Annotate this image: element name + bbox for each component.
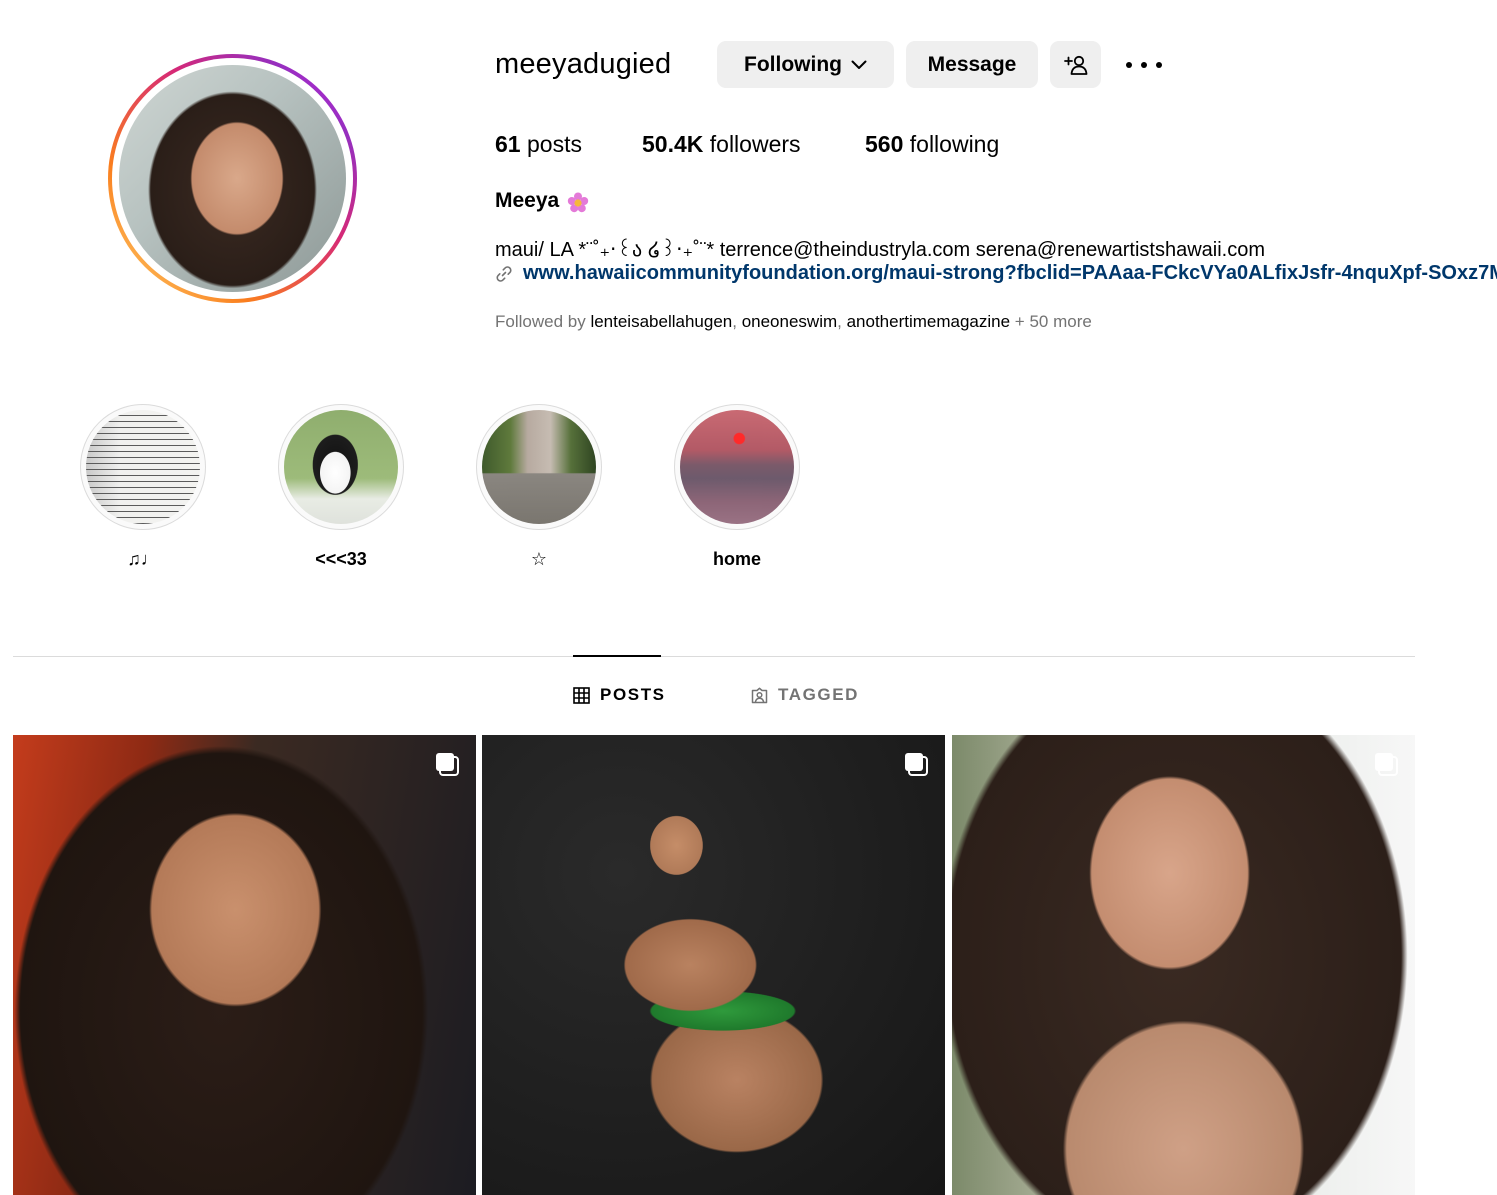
profile-full-name: Meeya: [495, 189, 560, 212]
message-button[interactable]: Message: [906, 41, 1038, 88]
link-icon: [495, 265, 513, 283]
post-image: [482, 735, 945, 1195]
followed-by[interactable]: Followed by lenteisabellahugen, oneonesw…: [495, 312, 1092, 332]
message-button-label: Message: [927, 52, 1017, 76]
highlight-ring: [278, 404, 404, 530]
avatar-image: [119, 65, 346, 292]
bio-external-link[interactable]: www.hawaiicommunityfoundation.org/maui-s…: [523, 262, 1497, 285]
highlight-cover: [86, 410, 200, 524]
tagged-icon: [751, 687, 768, 704]
followed-by-account[interactable]: oneoneswim: [742, 312, 837, 331]
highlight-cover: [680, 410, 794, 524]
profile-username: meeyadugied: [495, 48, 672, 80]
following-count-value: 560: [865, 131, 904, 157]
multiple-posts-icon: [434, 751, 460, 777]
followers-link[interactable]: 50.4K followers: [642, 131, 801, 158]
grid-icon: [573, 686, 590, 704]
highlight-cover: [482, 410, 596, 524]
following-link[interactable]: 560 following: [865, 131, 999, 158]
highlight-label: ♫♩: [127, 549, 159, 569]
highlight-label: <<<33: [315, 549, 367, 569]
chevron-down-icon: [851, 60, 867, 70]
followed-by-prefix: Followed by: [495, 312, 591, 331]
highlight-label: home: [712, 549, 761, 569]
post-image: [13, 735, 476, 1195]
highlight-cover: [284, 410, 398, 524]
highlight-ring: [674, 404, 800, 530]
followers-count-label: followers: [709, 131, 801, 157]
profile-avatar[interactable]: [108, 54, 357, 303]
story-highlight[interactable]: ♫♩: [80, 404, 206, 569]
highlight-ring: [80, 404, 206, 530]
posts-count-value: 61: [495, 131, 521, 157]
following-button-label: Following: [744, 52, 842, 76]
story-highlight[interactable]: ☆: [476, 404, 602, 569]
post-image: [952, 735, 1415, 1195]
profile-bio: maui/ LA *¨˚₊‧꒰ა ໒꒱‧₊˚¨* terrence@theind…: [495, 239, 1266, 261]
tab-posts-label: POSTS: [600, 685, 666, 704]
followed-by-account[interactable]: anothertimemagazine: [847, 312, 1010, 331]
posts-count: 61 posts: [495, 131, 582, 158]
avatar-border: [112, 58, 353, 299]
suggested-accounts-button[interactable]: [1050, 41, 1101, 88]
post-thumbnail[interactable]: [13, 735, 476, 1195]
followed-by-separator: ,: [732, 312, 742, 331]
highlight-ring: [476, 404, 602, 530]
tab-tagged-label: TAGGED: [778, 685, 860, 704]
add-person-icon: [1063, 54, 1088, 76]
post-thumbnail[interactable]: [952, 735, 1415, 1195]
tab-posts[interactable]: POSTS: [573, 685, 666, 705]
flower-icon: [566, 191, 590, 215]
following-button[interactable]: Following: [717, 41, 894, 88]
more-options-icon[interactable]: [1126, 56, 1162, 74]
multiple-posts-icon: [903, 751, 929, 777]
post-thumbnail[interactable]: [482, 735, 945, 1195]
story-highlight[interactable]: <<<33: [278, 404, 404, 569]
following-count-label: following: [909, 131, 1000, 157]
highlight-label: ☆: [530, 549, 548, 569]
bio-link-row[interactable]: www.hawaiicommunityfoundation.org/maui-s…: [495, 262, 1497, 285]
posts-count-label: posts: [526, 131, 582, 157]
followed-by-account[interactable]: lenteisabellahugen: [590, 312, 732, 331]
active-tab-indicator: [573, 655, 661, 657]
followers-count-value: 50.4K: [642, 131, 704, 157]
tab-tagged[interactable]: TAGGED: [751, 685, 859, 705]
tabs-divider: [13, 656, 1415, 657]
followed-by-more: + 50 more: [1010, 312, 1092, 331]
multiple-posts-icon: [1373, 751, 1399, 777]
story-highlight[interactable]: home: [674, 404, 800, 569]
followed-by-separator: ,: [837, 312, 847, 331]
